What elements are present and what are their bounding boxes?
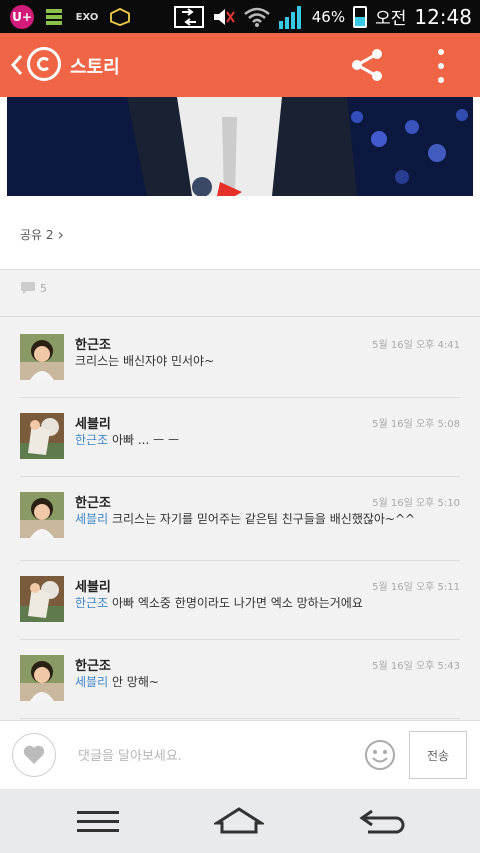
comment-text: 한근조 아빠 ... ㅡ ㅡ [75,433,455,448]
story-content[interactable]: 공유 2 › 5 한근조 5월 16일 오후 4:41 크리스는 배신자야 민서야~… [0,97,480,720]
comment-item[interactable]: 세블리 5월 16일 오후 5:11 한근조 아빠 엑소중 한명이라도 나가면 엑소… [20,560,460,640]
comment-text: 크리스는 배신자야 민서야~ [75,354,455,369]
home-icon[interactable] [214,803,264,839]
comment-body: 크리스는 배신자야 민서야~ [75,354,215,368]
comment-text: 한근조 아빠 엑소중 한명이라도 나가면 엑소 망하는거에요 [75,596,455,611]
comment-mention[interactable]: 세블리 [75,512,108,526]
divider [0,316,480,317]
avatar[interactable] [20,576,64,622]
post-card: 공유 2 › [0,97,480,270]
comment-item[interactable]: 한근조 5월 16일 오후 5:10 세블리 크리스는 자기를 믿어주는 같은팀 친… [20,476,460,561]
menu-icon[interactable] [73,803,123,839]
comment-timestamp: 5월 16일 오후 5:43 [372,661,460,672]
comment-item[interactable]: 한근조 5월 16일 오후 4:41 크리스는 배신자야 민서야~ [20,318,460,398]
storage-icon [46,9,62,25]
share-count-label: 공유 2 [20,228,54,242]
battery-percent: 46% [311,7,346,26]
chevron-right-icon: › [57,225,64,244]
back-nav-icon[interactable] [358,803,408,839]
comment-author[interactable]: 한근조 [75,492,111,511]
like-button[interactable] [12,733,56,777]
app-logo-icon[interactable] [27,47,61,81]
comment-author[interactable]: 한근조 [75,655,111,674]
comment-item[interactable]: 세블리 5월 16일 오후 5:08 한근조 아빠 ... ㅡ ㅡ [20,397,460,477]
comment-body: 아빠 ... ㅡ ㅡ [111,433,180,447]
comment-body: 크리스는 자기를 믿어주는 같은팀 친구들을 배신했잖아~^^ [111,512,416,526]
comment-timestamp: 5월 16일 오후 5:11 [372,582,460,593]
exo-badge: EXO [75,11,99,23]
signal-icon [278,5,301,29]
back-arrow-icon[interactable] [6,51,28,79]
post-photo[interactable] [7,97,473,196]
comment-count: 5 [20,281,47,295]
comment-timestamp: 5월 16일 오후 4:41 [372,340,460,351]
comment-body: 안 망해~ [111,675,159,689]
status-bar: U+ EXO 46% 오전 12:48 [0,0,480,33]
comment-author[interactable]: 세블리 [75,413,111,432]
comment-text: 세블리 안 망해~ [75,675,455,690]
comment-mention[interactable]: 세블리 [75,675,108,689]
comment-author[interactable]: 한근조 [75,334,111,353]
comment-text: 세블리 크리스는 자기를 믿어주는 같은팀 친구들을 배신했잖아~^^ [75,512,455,527]
carrier-logo: U+ [10,5,34,29]
comment-input-bar: 댓글을 달아보세요. 전송 [0,720,480,790]
share-count-link[interactable]: 공유 2 › [20,225,64,244]
comment-timestamp: 5월 16일 오후 5:08 [372,419,460,430]
comment-body: 아빠 엑소중 한명이라도 나가면 엑소 망하는거에요 [111,596,363,610]
avatar[interactable] [20,655,64,701]
battery-icon [353,5,368,28]
page-title: 스토리 [70,57,120,78]
app-bar: 스토리 [0,33,480,97]
mute-icon [213,8,235,25]
clock: 12:48 [414,4,472,29]
comment-input[interactable]: 댓글을 달아보세요. [78,745,182,764]
heart-icon [23,745,45,764]
comment-item[interactable]: 한근조 5월 16일 오후 5:43 세블리 안 망해~ [20,639,460,719]
avatar[interactable] [20,492,64,538]
exo-logo-icon [110,8,130,26]
share-icon[interactable] [350,47,384,83]
comment-timestamp: 5월 16일 오후 5:10 [372,498,460,509]
system-nav-bar [0,789,480,853]
emoji-icon[interactable] [364,739,396,771]
ampm-label: 오전 [375,9,407,29]
avatar[interactable] [20,413,64,459]
data-transfer-icon [173,5,204,28]
avatar[interactable] [20,334,64,380]
comment-count-value: 5 [40,281,47,295]
more-options-icon[interactable] [432,49,450,83]
comment-mention[interactable]: 한근조 [75,596,108,610]
comment-mention[interactable]: 한근조 [75,433,108,447]
comment-bubble-icon [21,282,35,294]
send-button[interactable]: 전송 [409,731,467,779]
comment-author[interactable]: 세블리 [75,576,111,595]
wifi-icon [243,7,270,27]
